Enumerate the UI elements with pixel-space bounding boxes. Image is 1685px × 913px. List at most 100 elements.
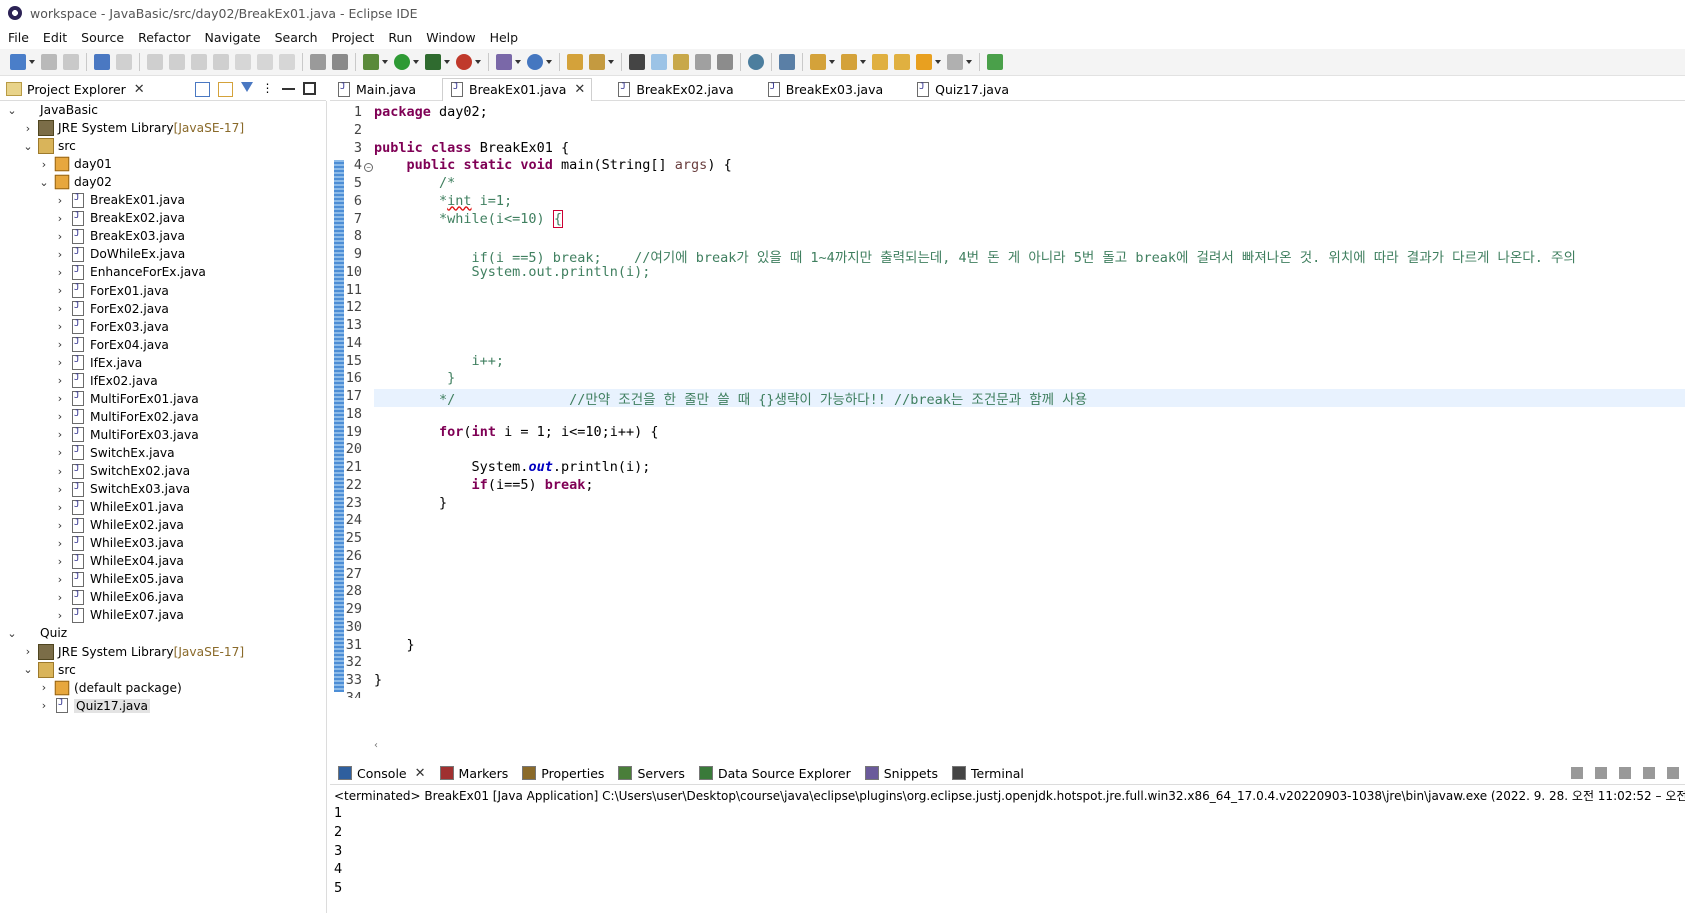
close-icon[interactable]: ✕ xyxy=(415,766,426,781)
tree-item-file[interactable]: › ForEx01.java xyxy=(54,282,169,300)
menu-project[interactable]: Project xyxy=(324,30,381,45)
coverage-icon[interactable] xyxy=(310,54,326,70)
block-selection-icon[interactable] xyxy=(673,54,689,70)
chevron-right-icon[interactable]: › xyxy=(22,645,34,658)
tree-item-file[interactable]: › MultiForEx01.java xyxy=(54,390,199,408)
chevron-down-icon[interactable]: ⌄ xyxy=(6,627,18,640)
chevron-right-icon[interactable]: › xyxy=(54,392,66,405)
chevron-down-icon[interactable]: ⌄ xyxy=(22,140,34,153)
tree-item-file[interactable]: › ForEx02.java xyxy=(54,300,169,318)
chevron-right-icon[interactable]: › xyxy=(54,446,66,459)
menu-source[interactable]: Source xyxy=(73,30,130,45)
tree-item-file[interactable]: › EnhanceForEx.java xyxy=(54,263,206,281)
tree-item-file[interactable]: › WhileEx02.java xyxy=(54,516,184,534)
menu-help[interactable]: Help xyxy=(482,30,525,45)
tab-breakex01-java[interactable]: BreakEx01.java ✕ xyxy=(442,77,593,101)
search-icon[interactable] xyxy=(589,54,614,70)
chevron-right-icon[interactable]: › xyxy=(54,501,66,514)
remove-all-icon[interactable] xyxy=(1619,767,1631,779)
view-menu-icon[interactable]: ⋮ xyxy=(261,82,274,95)
chevron-right-icon[interactable]: › xyxy=(54,284,66,297)
next-annotation-icon[interactable] xyxy=(810,54,835,70)
show-whitespace-icon[interactable] xyxy=(717,54,733,70)
chevron-right-icon[interactable]: › xyxy=(54,266,66,279)
chevron-right-icon[interactable]: › xyxy=(22,122,34,135)
tree-item-file[interactable]: › WhileEx01.java xyxy=(54,498,184,516)
chevron-right-icon[interactable]: › xyxy=(54,537,66,550)
chevron-right-icon[interactable]: › xyxy=(54,338,66,351)
chevron-right-icon[interactable]: › xyxy=(54,356,66,369)
task-icon[interactable] xyxy=(332,54,348,70)
tree-item-file[interactable]: › ForEx04.java xyxy=(54,336,169,354)
terminate-icon[interactable] xyxy=(191,54,207,70)
tree-item-file[interactable]: › BreakEx02.java xyxy=(54,209,185,227)
remove-launch-icon[interactable] xyxy=(1595,767,1607,779)
git-icon[interactable] xyxy=(779,54,795,70)
tab-snippets[interactable]: Snippets xyxy=(857,762,944,784)
tree-item-file[interactable]: › WhileEx04.java xyxy=(54,552,184,570)
tree-item-file[interactable]: › MultiForEx02.java xyxy=(54,408,199,426)
skip-breakpoints-icon[interactable] xyxy=(116,54,132,70)
chevron-right-icon[interactable]: › xyxy=(54,465,66,478)
open-type-icon[interactable] xyxy=(567,54,583,70)
terminate-icon[interactable] xyxy=(1571,767,1583,779)
chevron-down-icon[interactable]: ⌄ xyxy=(22,663,34,676)
menu-window[interactable]: Window xyxy=(418,30,481,45)
chevron-right-icon[interactable]: › xyxy=(54,591,66,604)
save-all-icon[interactable] xyxy=(63,54,79,70)
close-icon[interactable]: ✕ xyxy=(574,82,585,97)
browser-icon[interactable] xyxy=(748,54,764,70)
tree-item-pkg[interactable]: › day01 xyxy=(38,155,112,173)
close-icon[interactable]: ✕ xyxy=(134,82,145,97)
tab-terminal[interactable]: Terminal xyxy=(944,762,1030,784)
tree-item-project[interactable]: ⌄ JavaBasic xyxy=(6,101,98,119)
back-icon[interactable] xyxy=(916,54,941,70)
suspend-icon[interactable] xyxy=(169,54,185,70)
tree-item-file[interactable]: › IfEx02.java xyxy=(54,372,158,390)
forward-edit-icon[interactable] xyxy=(894,54,910,70)
tree-item-file[interactable]: › WhileEx03.java xyxy=(54,534,184,552)
tree-item-file[interactable]: › DoWhileEx.java xyxy=(54,245,185,263)
last-edit-icon[interactable] xyxy=(872,54,888,70)
chevron-right-icon[interactable]: › xyxy=(54,555,66,568)
step-return-icon[interactable] xyxy=(279,54,295,70)
chevron-right-icon[interactable]: › xyxy=(38,681,50,694)
chevron-right-icon[interactable]: › xyxy=(54,483,66,496)
chevron-right-icon[interactable]: › xyxy=(54,609,66,622)
disconnect-icon[interactable] xyxy=(213,54,229,70)
chevron-right-icon[interactable]: › xyxy=(54,212,66,225)
tab-breakex03-java[interactable]: BreakEx03.java xyxy=(760,78,891,100)
tree-item-file[interactable]: › SwitchEx02.java xyxy=(54,462,190,480)
run-external-icon[interactable] xyxy=(425,54,450,70)
maximize-icon[interactable] xyxy=(303,82,316,95)
menu-edit[interactable]: Edit xyxy=(35,30,73,45)
tree-item-pkg[interactable]: › (default package) xyxy=(38,679,182,697)
tree-item-file[interactable]: › IfEx.java xyxy=(54,354,142,372)
mark-occurrences-icon[interactable] xyxy=(651,54,667,70)
step-over-icon[interactable] xyxy=(257,54,273,70)
tree-item-src[interactable]: ⌄ src xyxy=(22,661,76,679)
tree-item-src[interactable]: ⌄ src xyxy=(22,137,76,155)
chevron-right-icon[interactable]: › xyxy=(54,320,66,333)
tab-console[interactable]: Console ✕ xyxy=(330,762,432,784)
horizontal-scrollbar[interactable]: ‹ xyxy=(374,740,1685,751)
tree-item-file[interactable]: › WhileEx07.java xyxy=(54,606,184,624)
word-wrap-icon[interactable] xyxy=(695,54,711,70)
open-perspective-icon[interactable] xyxy=(987,54,1003,70)
tree-item-file[interactable]: › ForEx03.java xyxy=(54,318,169,336)
chevron-down-icon[interactable]: ⌄ xyxy=(6,104,18,117)
menu-refactor[interactable]: Refactor xyxy=(130,30,196,45)
fold-toggle-icon[interactable]: − xyxy=(364,163,373,172)
new-class-icon[interactable] xyxy=(527,54,552,70)
menu-search[interactable]: Search xyxy=(267,30,324,45)
run-icon[interactable] xyxy=(394,54,419,70)
chevron-right-icon[interactable]: › xyxy=(54,194,66,207)
menu-run[interactable]: Run xyxy=(380,30,418,45)
tree-item-file[interactable]: › SwitchEx03.java xyxy=(54,480,190,498)
tab-servers[interactable]: Servers xyxy=(610,762,691,784)
save-icon[interactable] xyxy=(41,54,57,70)
chevron-right-icon[interactable]: › xyxy=(54,410,66,423)
tab-breakex02-java[interactable]: BreakEx02.java xyxy=(610,78,741,100)
toggle-breadcrumb-icon[interactable] xyxy=(629,54,645,70)
chevron-right-icon[interactable]: › xyxy=(54,230,66,243)
